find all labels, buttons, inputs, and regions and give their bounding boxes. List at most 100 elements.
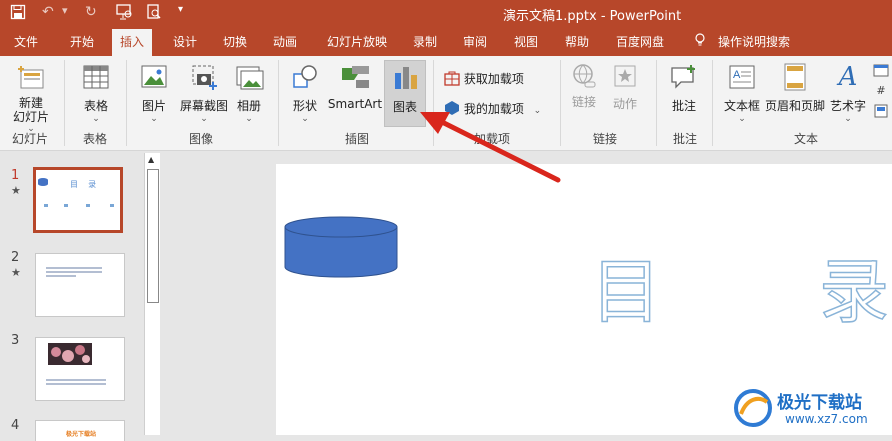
header-footer-icon	[782, 62, 808, 92]
window-title: 演示文稿1.pptx - PowerPoint	[503, 9, 682, 24]
screenshot-icon	[189, 62, 219, 92]
group-separator	[656, 60, 657, 146]
header-footer-button[interactable]: 页眉和页脚	[763, 62, 827, 114]
group-label-slides: 幻灯片	[12, 132, 49, 146]
red-arrow-annotation	[420, 112, 561, 183]
group-separator	[126, 60, 127, 146]
group-separator	[278, 60, 279, 146]
tab-help[interactable]: 帮助	[565, 33, 589, 50]
table-label: 表格	[83, 99, 108, 113]
slide-number: 3	[11, 333, 20, 348]
slide-title-char-1[interactable]: 目	[590, 236, 662, 337]
group-separator	[64, 60, 65, 146]
slide-number-button[interactable]: #	[872, 84, 890, 97]
save-icon[interactable]	[10, 4, 26, 24]
cylinder-shape[interactable]	[283, 214, 403, 282]
shapes-label: 形状	[292, 99, 317, 113]
photo-album-icon	[234, 62, 264, 92]
group-label-images: 图像	[189, 132, 214, 146]
wordart-button[interactable]: A 艺术字 ⌄	[828, 62, 868, 124]
picture-icon	[139, 62, 169, 92]
scrollbar-thumb[interactable]	[147, 169, 159, 303]
scroll-up-icon[interactable]: ▲	[148, 155, 154, 164]
image-button[interactable]: 图片 ⌄	[135, 62, 173, 124]
redo-icon[interactable]: ↻	[85, 4, 97, 20]
comment-label: 批注	[671, 99, 696, 113]
comment-button[interactable]: 批注	[664, 62, 704, 114]
screenshot-label: 屏幕截图	[179, 99, 228, 113]
thumb-1-title: 目 录	[70, 180, 97, 189]
print-preview-icon[interactable]	[146, 4, 162, 24]
comment-icon	[669, 62, 699, 92]
link-icon	[570, 62, 598, 92]
tab-view[interactable]: 视图	[514, 33, 538, 50]
screenshot-dropdown-icon[interactable]: ⌄	[176, 114, 232, 124]
group-separator	[712, 60, 713, 146]
slide-number: 1	[11, 168, 20, 183]
tab-slideshow[interactable]: 幻灯片放映	[327, 33, 387, 50]
group-label-comments: 批注	[673, 132, 698, 146]
header-footer-label: 页眉和页脚	[764, 99, 825, 113]
group-label-text: 文本	[794, 132, 819, 146]
tab-insert[interactable]: 插入	[112, 29, 153, 56]
date-time-icon	[872, 63, 890, 80]
slide-thumbnail-1[interactable]: 目 录	[33, 167, 123, 233]
textbox-icon: A	[727, 62, 757, 92]
tab-record[interactable]: 录制	[413, 33, 437, 50]
get-addins-button[interactable]: 获取加载项	[444, 70, 554, 89]
image-label: 图片	[141, 99, 166, 113]
new-slide-icon	[15, 62, 47, 94]
slide-thumbnail-4[interactable]: 极光下载站	[35, 420, 125, 441]
tab-animations[interactable]: 动画	[273, 33, 297, 50]
thumbnail-scrollbar[interactable]: ▲	[144, 153, 160, 435]
action-button[interactable]: 动作	[607, 62, 643, 112]
undo-dropdown-icon[interactable]: ▾	[62, 4, 68, 17]
watermark-url: www.xz7.com	[785, 412, 868, 426]
album-dropdown-icon[interactable]: ⌄	[232, 114, 266, 124]
wordart-dropdown-icon[interactable]: ⌄	[828, 114, 868, 124]
tab-baidu-netdisk[interactable]: 百度网盘	[616, 33, 664, 50]
table-button[interactable]: 表格 ⌄	[75, 62, 117, 124]
shapes-icon	[290, 62, 320, 92]
slide-number-icon: #	[876, 84, 886, 97]
smartart-button[interactable]: SmartArt	[327, 62, 383, 111]
table-icon	[81, 62, 111, 92]
object-button[interactable]	[872, 104, 890, 121]
tab-file[interactable]: 文件	[14, 33, 38, 50]
shapes-button[interactable]: 形状 ⌄	[288, 62, 322, 124]
store-icon	[444, 70, 460, 89]
ribbon-tabs: 文件 开始 插入 设计 切换 动画 幻灯片放映 录制 审阅 视图 帮助 百度网盘…	[0, 26, 892, 56]
tab-home[interactable]: 开始	[70, 33, 94, 50]
watermark: 极光下载站 www.xz7.com	[733, 386, 883, 430]
object-icon	[872, 104, 890, 121]
tab-transitions[interactable]: 切换	[223, 33, 247, 50]
smartart-label: SmartArt	[327, 97, 383, 111]
tab-design[interactable]: 设计	[173, 33, 197, 50]
wordart-label: 艺术字	[829, 99, 866, 113]
action-star-icon	[611, 62, 639, 92]
slide-thumbnail-2[interactable]	[35, 253, 125, 317]
link-button[interactable]: 链接	[566, 62, 602, 109]
slide-thumbnail-3[interactable]	[35, 337, 125, 401]
date-time-button[interactable]	[872, 63, 890, 80]
table-dropdown-icon[interactable]: ⌄	[75, 114, 117, 124]
customize-toolbar-icon[interactable]: ▾	[178, 4, 183, 15]
group-label-illustrations: 插图	[345, 132, 370, 146]
tell-me-search[interactable]: 操作说明搜索	[718, 33, 790, 50]
wordart-icon: A	[838, 62, 858, 92]
textbox-button[interactable]: A 文本框 ⌄	[722, 62, 762, 124]
group-label-links: 链接	[593, 132, 618, 146]
get-addins-label: 获取加载项	[463, 72, 524, 86]
screenshot-button[interactable]: 屏幕截图 ⌄	[176, 62, 232, 124]
slide-title-char-2[interactable]: 录	[818, 236, 890, 337]
new-slide-button[interactable]: 新建 幻灯片 ⌄	[5, 62, 57, 134]
image-dropdown-icon[interactable]: ⌄	[135, 114, 173, 124]
textbox-dropdown-icon[interactable]: ⌄	[722, 114, 762, 124]
undo-icon[interactable]: ↶	[42, 4, 54, 20]
smartart-icon	[338, 62, 372, 92]
present-icon[interactable]	[115, 4, 133, 24]
group-label-tables: 表格	[83, 132, 108, 146]
album-button[interactable]: 相册 ⌄	[232, 62, 266, 124]
shapes-dropdown-icon[interactable]: ⌄	[288, 114, 322, 124]
tab-review[interactable]: 审阅	[463, 33, 487, 50]
